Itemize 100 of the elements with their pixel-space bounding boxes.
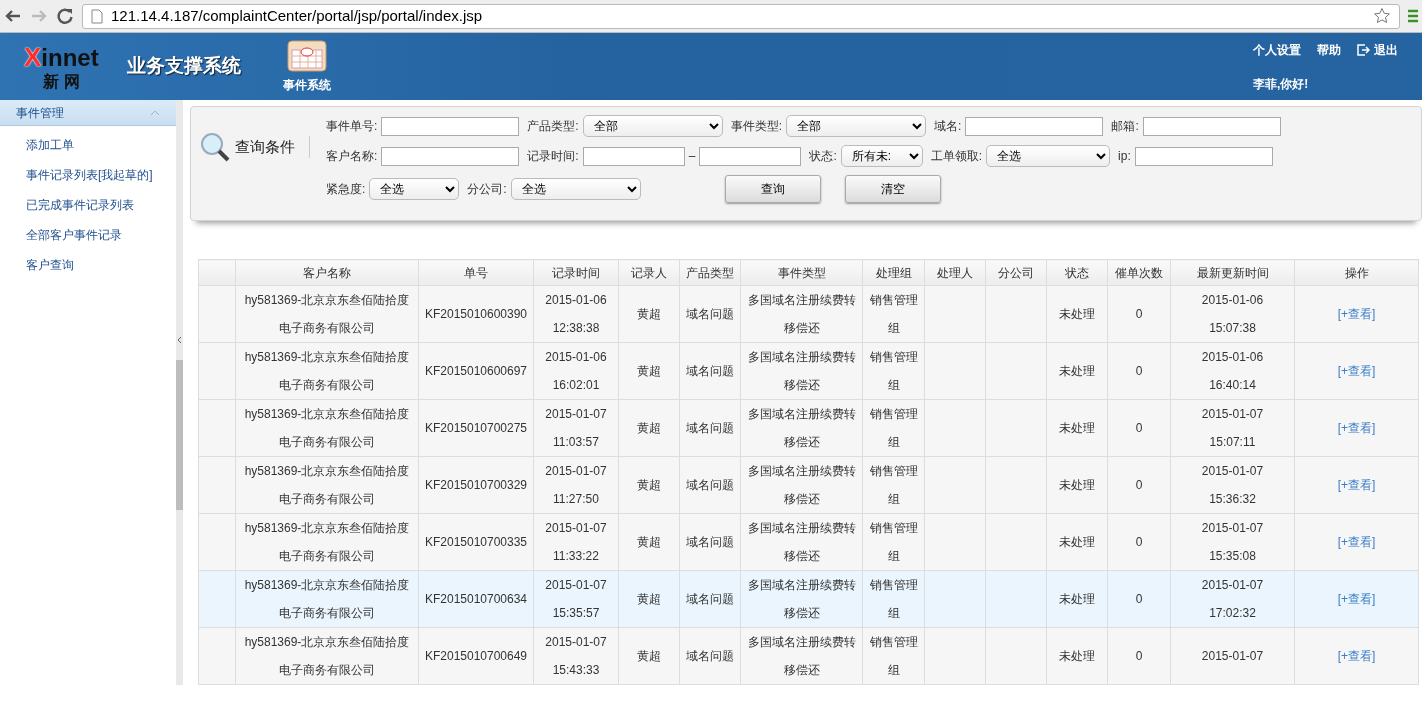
column-header[interactable]: 事件类型	[740, 259, 863, 286]
field-label: 事件单号:	[326, 118, 378, 135]
field-label: 事件类型:	[730, 118, 783, 135]
column-header[interactable]: 操作	[1294, 259, 1419, 286]
table-cell: 销售管理组	[869, 635, 918, 677]
table-cell: 销售管理组	[869, 407, 918, 449]
sidebar-item[interactable]: 客户查询	[0, 250, 176, 280]
table-cell: 0	[1135, 649, 1143, 663]
select-field[interactable]: 全选	[986, 145, 1111, 167]
view-link[interactable]: [+查看]	[1337, 649, 1376, 663]
page-icon	[91, 8, 103, 24]
table-cell: hy581369-北京京东叁佰陆拾度电子商务有限公司	[244, 635, 410, 677]
logo: Xinnet 新 网	[24, 43, 99, 90]
header-link[interactable]: 个人设置	[1253, 40, 1301, 59]
select-field[interactable]: 所有未:	[840, 145, 923, 167]
table-cell: 黄超	[637, 307, 661, 321]
table-row[interactable]: hy581369-北京京东叁佰陆拾度电子商务有限公司 KF2015010700329 2015-01-07 11:27:50 黄超 域名问题 多国域名注册续费转移偿还 销售管理组 未处理 0 2015-01-07 15:36:32 [+查看]	[198, 456, 1419, 514]
column-header[interactable]: 分公司	[985, 259, 1047, 286]
input-field[interactable]	[1142, 116, 1281, 136]
column-header[interactable]: 产品类型	[679, 259, 741, 286]
app-launcher[interactable]: 事件系统	[282, 39, 331, 94]
select-field[interactable]: 全选	[510, 178, 641, 200]
star-icon[interactable]	[1373, 7, 1391, 25]
date-field[interactable]	[699, 146, 802, 166]
search-icon	[199, 131, 231, 163]
table-cell: KF2015010700329	[424, 478, 528, 492]
field-label: 分公司:	[467, 181, 507, 198]
table-row[interactable]: hy581369-北京京东叁佰陆拾度电子商务有限公司 KF2015010600390 2015-01-06 12:38:38 黄超 域名问题 多国域名注册续费转移偿还 销售管理组 未处理 0 2015-01-06 15:07:38 [+查看]	[198, 285, 1419, 343]
input-field[interactable]	[965, 116, 1104, 136]
query-button[interactable]: 清空	[844, 175, 941, 203]
table-cell-text: 2015-01-07 11:33:22	[544, 520, 608, 565]
table-cell: 多国域名注册续费转移偿还	[747, 407, 856, 449]
column-header[interactable]: 单号	[418, 259, 534, 286]
field-label: 邮箱:	[1111, 118, 1139, 135]
table-cell: 域名问题	[686, 364, 734, 378]
column-header[interactable]: 催单次数	[1107, 259, 1171, 286]
table-cell: 0	[1135, 421, 1143, 435]
column-header[interactable]: 状态	[1046, 259, 1108, 286]
view-link[interactable]: [+查看]	[1337, 535, 1376, 549]
reload-icon[interactable]	[56, 7, 74, 25]
sidebar-item[interactable]: 已完成事件记录列表	[0, 190, 176, 220]
range-separator: –	[688, 148, 696, 165]
system-title: 业务支撑系统	[126, 54, 241, 79]
table-cell: KF2015010600697	[424, 364, 528, 378]
query-button[interactable]: 查询	[724, 175, 821, 203]
select-field[interactable]: 全部	[786, 115, 927, 137]
table-cell: 未处理	[1059, 307, 1095, 321]
input-field[interactable]	[1134, 146, 1273, 166]
sidebar-item[interactable]: 事件记录列表[我起草的]	[0, 160, 176, 190]
field-label: 工单领取:	[930, 148, 983, 165]
view-link[interactable]: [+查看]	[1337, 421, 1376, 435]
select-field[interactable]: 全部	[582, 115, 723, 137]
column-header[interactable]: 客户名称	[235, 259, 419, 286]
column-header[interactable]: 处理组	[862, 259, 925, 286]
view-link[interactable]: [+查看]	[1337, 592, 1376, 606]
table-row[interactable]: hy581369-北京京东叁佰陆拾度电子商务有限公司 KF2015010700649 2015-01-07 15:43:33 黄超 域名问题 多国域名注册续费转移偿还 销售管理组 未处理 0 2015-01-07 [+查看]	[198, 627, 1419, 685]
table-cell: 多国域名注册续费转移偿还	[747, 293, 856, 335]
column-header[interactable]: 记录人	[618, 259, 680, 286]
view-link[interactable]: [+查看]	[1337, 307, 1376, 321]
table-row[interactable]: hy581369-北京京东叁佰陆拾度电子商务有限公司 KF2015010700634 2015-01-07 15:35:57 黄超 域名问题 多国域名注册续费转移偿还 销售管理组 未处理 0 2015-01-07 17:02:32 [+查看]	[198, 570, 1419, 628]
field-label: ip:	[1118, 148, 1131, 165]
field-label: 状态:	[809, 148, 837, 165]
column-header[interactable]: 记录时间	[533, 259, 619, 286]
table-cell: 0	[1135, 478, 1143, 492]
table-row[interactable]: hy581369-北京京东叁佰陆拾度电子商务有限公司 KF2015010700275 2015-01-07 11:03:57 黄超 域名问题 多国域名注册续费转移偿还 销售管理组 未处理 0 2015-01-07 15:07:11 [+查看]	[198, 399, 1419, 457]
header-link[interactable]: 帮助	[1317, 40, 1341, 59]
table-row[interactable]: hy581369-北京京东叁佰陆拾度电子商务有限公司 KF2015010600697 2015-01-06 16:02:01 黄超 域名问题 多国域名注册续费转移偿还 销售管理组 未处理 0 2015-01-06 16:40:14 [+查看]	[198, 342, 1419, 400]
field-label: 客户名称:	[326, 148, 378, 165]
table-cell: 黄超	[637, 478, 661, 492]
column-header[interactable]: 处理人	[924, 259, 986, 286]
table-cell: KF2015010700335	[424, 535, 528, 549]
table-cell: KF2015010600390	[424, 307, 528, 321]
back-arrow-icon[interactable]	[4, 8, 22, 24]
sidebar-item[interactable]: 全部客户事件记录	[0, 220, 176, 250]
select-field[interactable]: 全选	[369, 178, 460, 200]
input-field[interactable]	[381, 146, 520, 166]
table-cell: 0	[1135, 535, 1143, 549]
view-link[interactable]: [+查看]	[1337, 364, 1376, 378]
table-cell-text: 2015-01-07 15:35:08	[1200, 520, 1265, 565]
table-cell: 多国域名注册续费转移偿还	[747, 635, 856, 677]
table-cell: 域名问题	[686, 307, 734, 321]
table-cell: 未处理	[1059, 478, 1095, 492]
view-link[interactable]: [+查看]	[1337, 478, 1376, 492]
table-row[interactable]: hy581369-北京京东叁佰陆拾度电子商务有限公司 KF2015010700335 2015-01-07 11:33:22 黄超 域名问题 多国域名注册续费转移偿还 销售管理组 未处理 0 2015-01-07 15:35:08 [+查看]	[198, 513, 1419, 571]
table-cell-text: 2015-01-06 16:02:01	[544, 349, 608, 394]
table-cell: 黄超	[637, 649, 661, 663]
address-bar[interactable]: 121.14.4.187/complaintCenter/portal/jsp/portal/index.jsp	[82, 3, 1400, 29]
sidebar-section-header[interactable]: 事件管理	[0, 100, 176, 126]
table-cell: 销售管理组	[869, 521, 918, 563]
table-cell: 域名问题	[686, 421, 734, 435]
table-cell-text: 2015-01-07 15:35:57	[544, 577, 608, 622]
table-cell-text: 2015-01-07 15:07:11	[1200, 406, 1265, 451]
input-field[interactable]	[381, 116, 520, 136]
table-cell: 域名问题	[686, 478, 734, 492]
table-cell-text: 2015-01-07 17:02:32	[1200, 577, 1265, 622]
header-link[interactable]: 退出	[1357, 40, 1398, 59]
column-header[interactable]: 最新更新时间	[1170, 259, 1295, 286]
sidebar-item[interactable]: 添加工单	[0, 130, 176, 160]
menu-icon[interactable]	[1408, 8, 1418, 24]
date-field[interactable]	[582, 146, 685, 166]
